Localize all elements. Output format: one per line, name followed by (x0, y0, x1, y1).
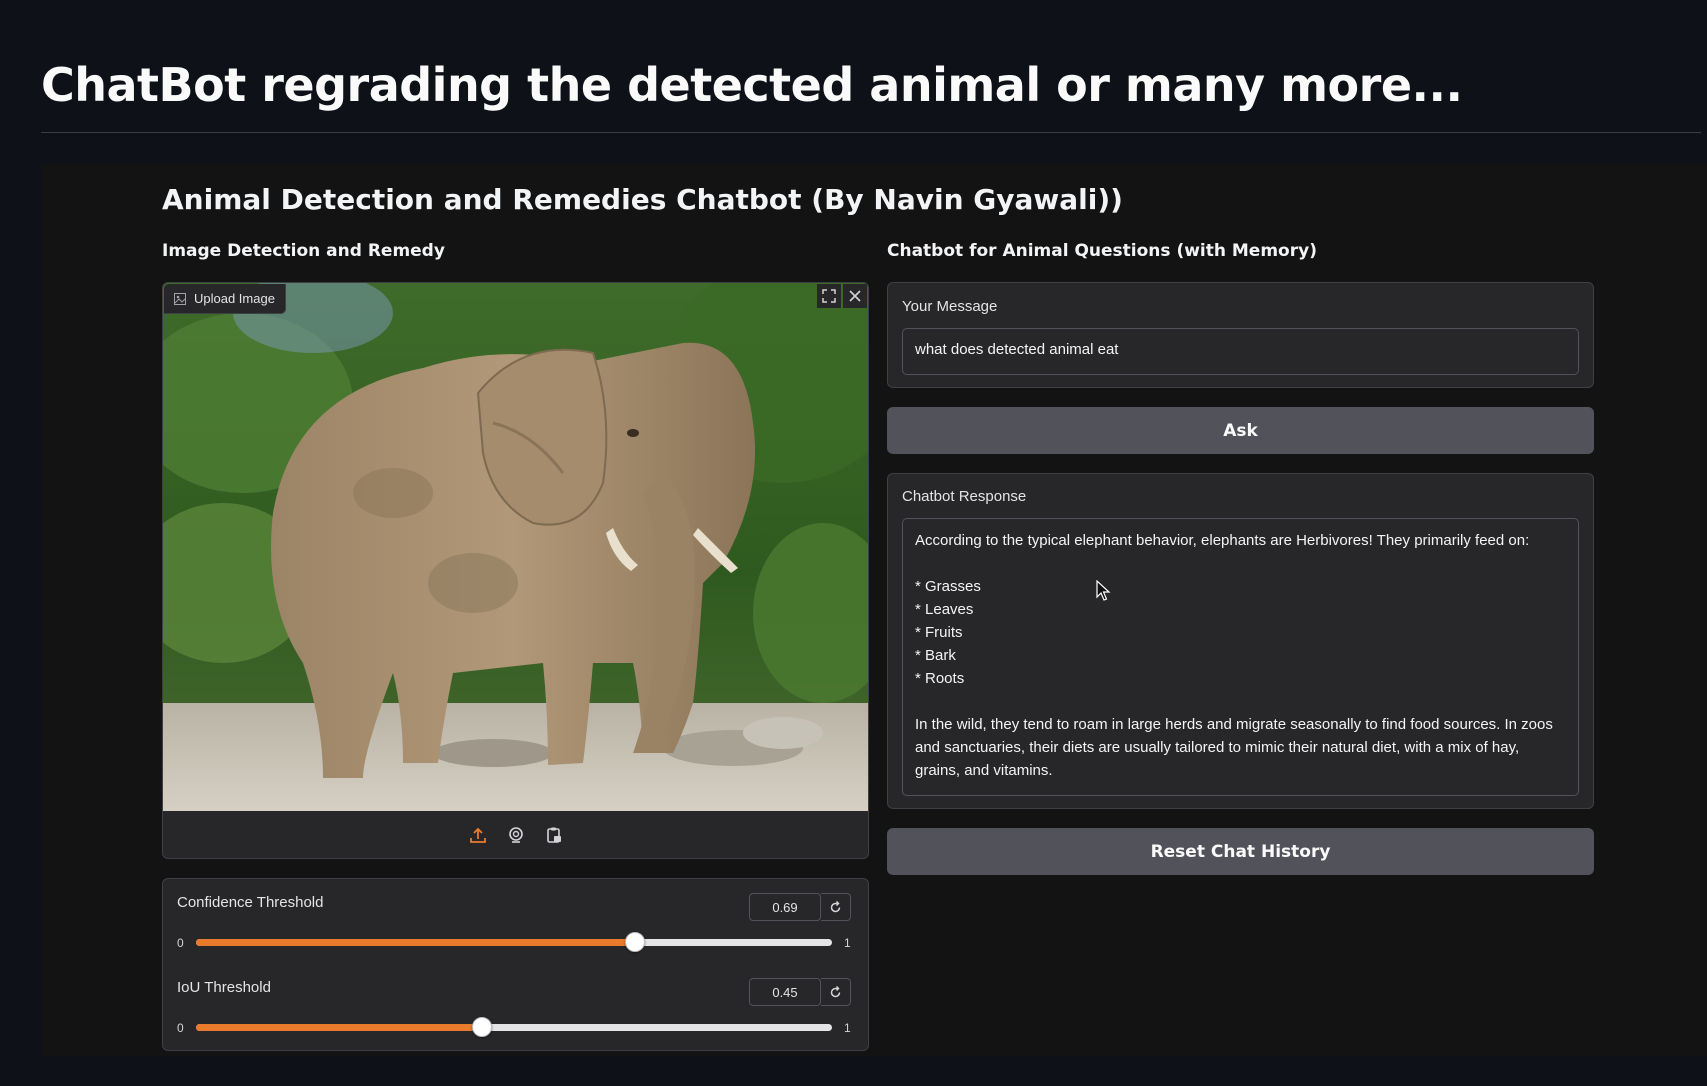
confidence-slider-fill (196, 939, 635, 946)
iou-reset-button[interactable] (821, 978, 851, 1006)
confidence-min-label: 0 (177, 936, 184, 950)
image-icon (174, 292, 186, 305)
reset-chat-history-button[interactable]: Reset Chat History (887, 828, 1594, 875)
clear-image-button[interactable] (843, 284, 867, 308)
reset-icon (830, 900, 841, 912)
iou-slider-fill (196, 1024, 483, 1031)
webcam-icon (508, 826, 523, 843)
upload-source-button[interactable] (466, 823, 490, 847)
fullscreen-button[interactable] (817, 284, 841, 308)
your-message-label: Your Message (902, 298, 998, 315)
message-input[interactable]: what does detected animal eat (902, 328, 1579, 375)
chatbot-heading: Chatbot for Animal Questions (with Memor… (887, 241, 1317, 261)
fullscreen-icon (822, 289, 836, 303)
page-title: ChatBot regrading the detected animal or… (41, 58, 1463, 112)
confidence-threshold-label: Confidence Threshold (177, 894, 324, 911)
uploaded-image (163, 283, 868, 811)
clipboard-icon (546, 827, 561, 843)
confidence-slider-thumb[interactable] (624, 932, 645, 952)
iou-threshold-input[interactable]: 0.45 (749, 978, 821, 1006)
mouse-cursor-icon (1096, 580, 1111, 601)
upload-image-text: Upload Image (194, 291, 275, 306)
upload-image-label: Upload Image (164, 284, 286, 314)
clipboard-source-button[interactable] (542, 823, 566, 847)
upload-icon (469, 827, 486, 843)
confidence-reset-button[interactable] (821, 893, 851, 921)
confidence-threshold-input[interactable]: 0.69 (749, 893, 821, 921)
title-divider (41, 132, 1701, 133)
ask-button[interactable]: Ask (887, 407, 1594, 454)
close-icon (849, 290, 861, 302)
app-title: Animal Detection and Remedies Chatbot (B… (162, 183, 1123, 216)
chatbot-response-text[interactable]: According to the typical elephant behavi… (902, 518, 1579, 796)
iou-threshold-slider[interactable] (196, 1017, 832, 1037)
reset-icon (830, 985, 841, 997)
iou-threshold-label: IoU Threshold (177, 979, 271, 996)
image-detection-heading: Image Detection and Remedy (162, 241, 445, 261)
webcam-source-button[interactable] (504, 823, 528, 847)
iou-min-label: 0 (177, 1021, 184, 1035)
iou-max-label: 1 (844, 1021, 851, 1035)
confidence-threshold-slider[interactable] (196, 932, 832, 952)
chatbot-response-label: Chatbot Response (902, 488, 1027, 505)
confidence-max-label: 1 (844, 936, 851, 950)
image-source-toolbar (163, 811, 868, 858)
